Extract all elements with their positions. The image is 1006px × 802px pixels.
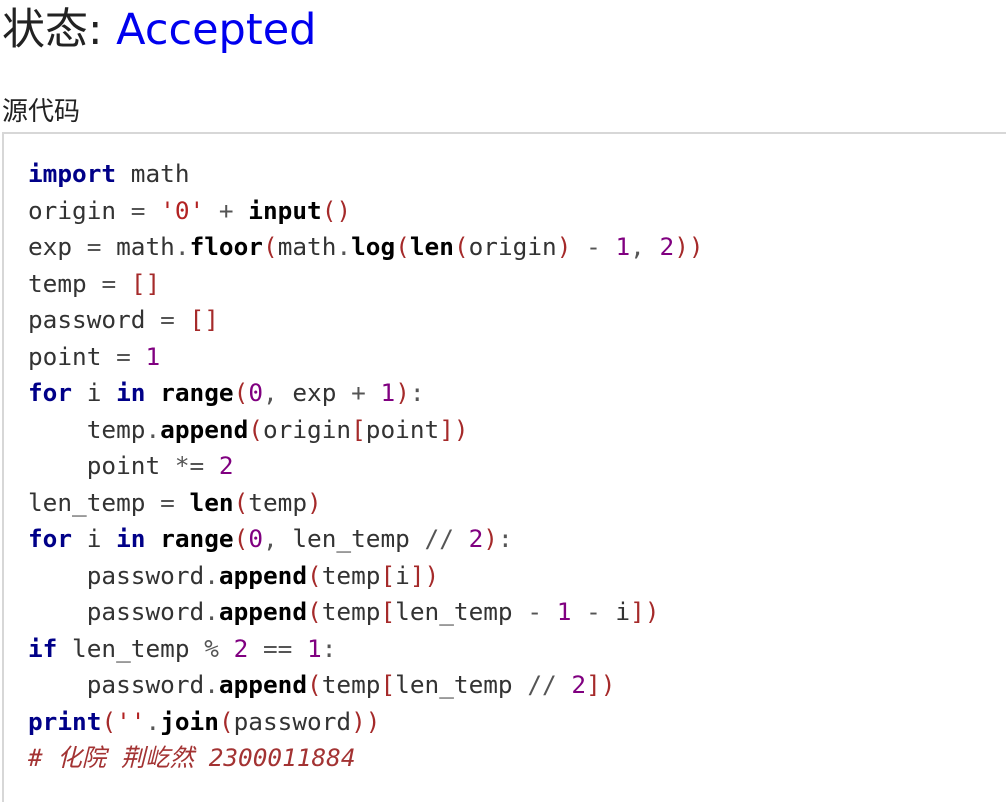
code-line: exp = math.floor(math.log(len(origin) - … <box>28 232 704 261</box>
code-line: password.append(temp[i]) <box>86 560 440 590</box>
status-label: 状态: <box>2 5 117 55</box>
code-line: if len_temp % 2 == 1: <box>28 633 337 663</box>
source-code: import math origin = '0' + input() exp = m… <box>28 156 704 777</box>
code-line: for i in range(0, len_temp // 2): <box>28 524 513 553</box>
code-line: print(''.join(password)) <box>28 706 381 736</box>
source-code-block: import math origin = '0' + input() exp = m… <box>2 132 1006 802</box>
code-line: len_temp = len(temp) <box>28 487 322 517</box>
submission-status: 状态: Accepted <box>2 2 316 58</box>
code-line: import math <box>28 159 190 188</box>
code-line: password.append(temp[len_temp // 2]) <box>86 670 616 699</box>
status-value: Accepted <box>116 5 317 55</box>
code-line: # 化院 荆屹然 2300011884 <box>28 743 356 772</box>
code-line: origin = '0' + input() <box>28 195 352 225</box>
source-code-heading: 源代码 <box>2 97 81 127</box>
code-line: temp = [] <box>28 268 161 298</box>
code-line: for i in range(0, exp + 1): <box>28 378 425 407</box>
code-line: password.append(temp[len_temp - 1 - i]) <box>86 597 660 626</box>
code-line: point *= 2 <box>86 451 234 480</box>
code-line: password = [] <box>28 305 219 334</box>
code-line: point = 1 <box>28 341 161 371</box>
code-line: temp.append(origin[point]) <box>86 414 469 444</box>
